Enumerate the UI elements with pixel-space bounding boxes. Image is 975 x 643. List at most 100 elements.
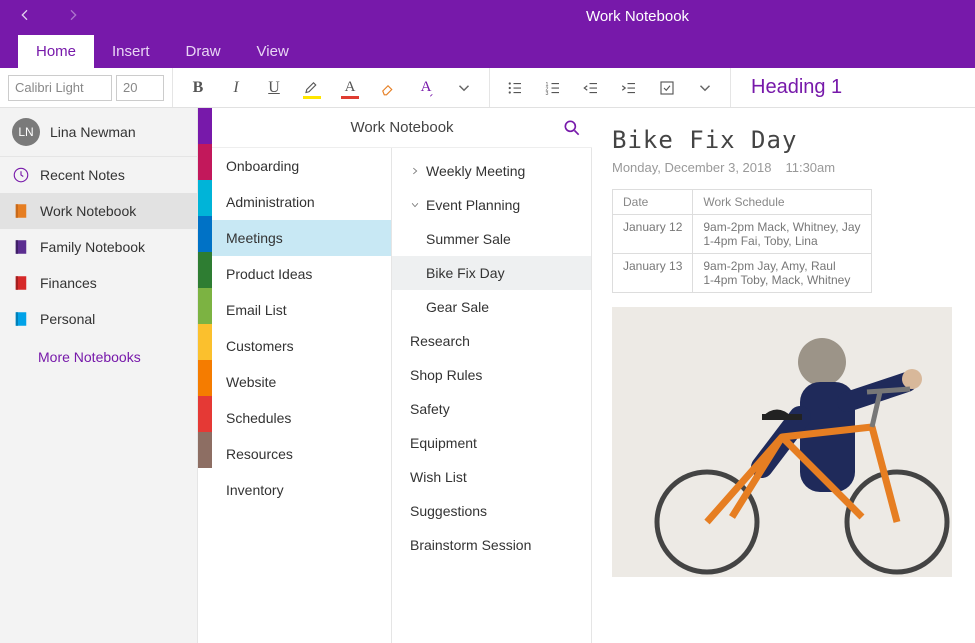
more-notebooks-link[interactable]: More Notebooks: [0, 337, 197, 377]
font-name-input[interactable]: [8, 75, 112, 101]
avatar: LN: [12, 118, 40, 146]
svg-text:3: 3: [546, 90, 549, 96]
page-item[interactable]: Safety: [392, 392, 591, 426]
chevron-right-icon: [410, 166, 420, 176]
page-item[interactable]: Suggestions: [392, 494, 591, 528]
page-item[interactable]: Event Planning: [392, 188, 591, 222]
format-painter-button[interactable]: A: [409, 72, 443, 104]
search-icon: [562, 118, 582, 138]
sidebar-notebook-finances[interactable]: Finances: [0, 265, 197, 301]
notebook-icon: [12, 238, 30, 256]
user-account[interactable]: LN Lina Newman: [0, 108, 197, 157]
notebook-icon: [12, 274, 30, 292]
page-item[interactable]: Wish List: [392, 460, 591, 494]
section-item[interactable]: Meetings: [212, 220, 391, 256]
sidebar-notebook-personal[interactable]: Personal: [0, 301, 197, 337]
page-item[interactable]: Research: [392, 324, 591, 358]
outdent-button[interactable]: [574, 72, 608, 104]
sidebar-label: Finances: [40, 275, 97, 291]
page-item[interactable]: Shop Rules: [392, 358, 591, 392]
page-item[interactable]: Gear Sale: [392, 290, 591, 324]
section-item[interactable]: Resources: [212, 436, 391, 472]
chevron-down-icon: [696, 79, 714, 97]
bullet-list-button[interactable]: [498, 72, 532, 104]
indent-icon: [620, 79, 638, 97]
tab-home[interactable]: Home: [18, 35, 94, 68]
clock-icon: [12, 166, 30, 184]
section-item[interactable]: Onboarding: [212, 148, 391, 184]
highlight-button[interactable]: [295, 72, 329, 104]
section-item[interactable]: Schedules: [212, 400, 391, 436]
tab-draw[interactable]: Draw: [168, 35, 239, 68]
sidebar-notebook-family[interactable]: Family Notebook: [0, 229, 197, 265]
underline-button[interactable]: U: [257, 72, 291, 104]
table-row: January 129am-2pm Mack, Whitney, Jay1-4p…: [613, 215, 872, 254]
notebook-title: Work Notebook: [350, 119, 453, 136]
italic-button[interactable]: I: [219, 72, 253, 104]
table-row: January 139am-2pm Jay, Amy, Raul1-4pm To…: [613, 254, 872, 293]
section-color-tab[interactable]: [198, 288, 212, 324]
clear-formatting-button[interactable]: [371, 72, 405, 104]
sidebar-notebook-work[interactable]: Work Notebook: [0, 193, 197, 229]
search-button[interactable]: [562, 118, 582, 138]
bold-button[interactable]: B: [181, 72, 215, 104]
section-color-tab[interactable]: [198, 144, 212, 180]
outdent-icon: [582, 79, 600, 97]
page-item[interactable]: Summer Sale: [392, 222, 591, 256]
table-header: Date: [613, 190, 693, 215]
section-item[interactable]: Administration: [212, 184, 391, 220]
section-color-tab[interactable]: [198, 360, 212, 396]
page-item[interactable]: Brainstorm Session: [392, 528, 591, 562]
sections-list: OnboardingAdministrationMeetingsProduct …: [212, 148, 392, 643]
page-item[interactable]: Equipment: [392, 426, 591, 460]
tab-insert[interactable]: Insert: [94, 35, 168, 68]
note-title[interactable]: Bike Fix Day: [612, 126, 955, 154]
section-header: Work Notebook: [212, 108, 592, 148]
todo-tag-button[interactable]: [650, 72, 684, 104]
section-color-tab[interactable]: [198, 432, 212, 468]
note-canvas[interactable]: Bike Fix Day Monday, December 3, 201811:…: [592, 108, 975, 643]
eraser-icon: [379, 79, 397, 97]
bullet-list-icon: [506, 79, 524, 97]
section-color-tab[interactable]: [198, 108, 212, 144]
sidebar-label: Recent Notes: [40, 167, 125, 183]
indent-button[interactable]: [612, 72, 646, 104]
user-name: Lina Newman: [50, 124, 136, 140]
bike-photo-icon: [612, 307, 952, 577]
section-color-tab[interactable]: [198, 252, 212, 288]
chevron-down-icon: [410, 200, 420, 210]
note-timestamp: Monday, December 3, 201811:30am: [612, 160, 955, 175]
window-title: Work Notebook: [586, 8, 689, 25]
section-color-tab[interactable]: [198, 324, 212, 360]
ribbon-tabs: Home Insert Draw View: [18, 35, 307, 68]
page-item[interactable]: Bike Fix Day: [392, 256, 591, 290]
section-item[interactable]: Website: [212, 364, 391, 400]
schedule-table[interactable]: DateWork Schedule January 129am-2pm Mack…: [612, 189, 872, 293]
note-time: 11:30am: [785, 160, 835, 175]
section-item[interactable]: Inventory: [212, 472, 391, 508]
section-item[interactable]: Email List: [212, 292, 391, 328]
title-bar: Work Notebook Home Insert Draw View: [0, 0, 975, 68]
highlighter-icon: [303, 79, 321, 97]
numbered-list-button[interactable]: 123: [536, 72, 570, 104]
sidebar-recent-notes[interactable]: Recent Notes: [0, 157, 197, 193]
chevron-down-icon: [455, 79, 473, 97]
section-item[interactable]: Customers: [212, 328, 391, 364]
sidebar-label: Personal: [40, 311, 95, 327]
font-color-button[interactable]: A: [333, 72, 367, 104]
paragraph-dropdown-button[interactable]: [688, 72, 722, 104]
styles-heading-button[interactable]: Heading 1: [731, 76, 862, 99]
paintbrush-icon: [429, 88, 439, 98]
section-item[interactable]: Product Ideas: [212, 256, 391, 292]
checkbox-icon: [658, 79, 676, 97]
page-item[interactable]: Weekly Meeting: [392, 154, 591, 188]
notebook-sidebar: LN Lina Newman Recent Notes Work Noteboo…: [0, 108, 198, 643]
pages-list: Weekly MeetingEvent PlanningSummer SaleB…: [392, 148, 592, 643]
note-image[interactable]: [612, 307, 952, 577]
section-color-tab[interactable]: [198, 180, 212, 216]
section-color-tab[interactable]: [198, 396, 212, 432]
tab-view[interactable]: View: [239, 35, 307, 68]
font-dropdown-button[interactable]: [447, 72, 481, 104]
section-color-tab[interactable]: [198, 216, 212, 252]
font-size-input[interactable]: [116, 75, 164, 101]
